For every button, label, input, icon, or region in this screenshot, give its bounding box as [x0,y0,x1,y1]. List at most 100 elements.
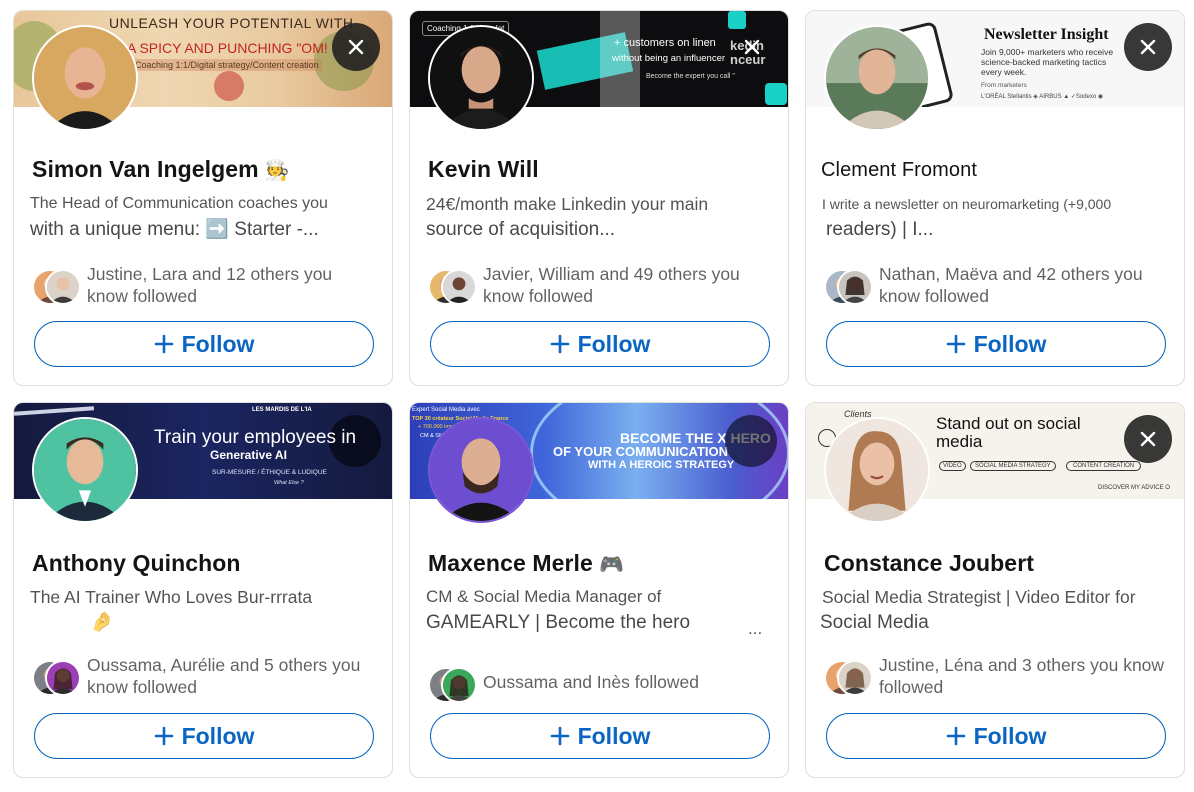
mutual-avatar [441,667,477,703]
dismiss-button[interactable] [1124,415,1172,463]
headline-ellipsis: ... [748,619,763,638]
name-badge: 🧑‍🍳 [264,160,290,182]
plus-icon [946,334,965,354]
banner-line-2: A SPICY AND PUNCHING "OM! [127,40,328,56]
profile-headline: The Head of Communication coaches you wi… [30,195,328,240]
profile-name[interactable]: Maxence Merle 🎮 [428,550,624,577]
mutual-text: Justine, Léna and 3 others you know foll… [879,655,1165,697]
profile-headline: Social Media Strategist | Video Editor f… [820,587,1136,633]
banner-line-3: SUR-MESURE / ÉTHIQUE & LUDIQUE [212,469,327,476]
follow-button[interactable]: Follow [34,321,374,367]
profile-avatar[interactable] [824,417,930,523]
close-icon [1140,431,1156,447]
mutual-avatars [32,267,82,305]
mutual-avatars [32,658,82,696]
suggestion-card[interactable]: Newsletter Insight Join 9,000+ marketers… [805,10,1185,386]
suggestion-card[interactable]: Expert Social Media avec TOP 30 créateur… [409,402,789,778]
profile-headline: The AI Trainer Who Loves Bur-rrrata 🤌 [30,587,313,633]
suggestion-card[interactable]: Clients Stand out on social media VIDEO … [805,402,1185,778]
mutual-connections[interactable]: Oussama and Inès followed [428,661,773,705]
mutual-avatars [824,658,874,696]
mutual-connections[interactable]: Justine, Léna and 3 others you know foll… [824,654,1169,698]
profile-avatar[interactable] [824,25,930,131]
mutual-avatar [837,269,873,305]
mutual-avatar [837,660,873,696]
profile-name[interactable]: Kevin Will [428,156,539,183]
banner-line-1: + customers on linen [614,37,716,49]
banner-line-3: every week. [981,67,1027,77]
profile-avatar[interactable] [32,417,138,523]
suggestion-card[interactable]: UNLEASH YOUR POTENTIAL WITH A SPICY AND … [13,10,393,386]
profile-avatar[interactable] [428,25,534,131]
profile-name[interactable]: Simon Van Ingelgem 🧑‍🍳 [32,156,290,183]
plus-icon [550,334,569,354]
banner-logos: L'ORÉAL Stellantis ◈ AIRBUS ▲ ✓Sodexo ◉ [981,94,1104,100]
dismiss-button[interactable] [728,23,776,71]
banner-pill-1: VIDEO [939,461,966,471]
follow-label: Follow [577,330,651,357]
profile-avatar[interactable] [428,417,534,523]
banner-line-2: without being an influencer [612,53,726,64]
close-icon [744,39,760,55]
follow-button[interactable]: Follow [430,713,770,759]
banner-line-3: Become the expert you call " [646,73,735,80]
banner-line-4: What Else ? [274,480,304,486]
banner-tag: LES MARDIS DE L'IA [252,407,312,413]
banner-line-1: Stand out on social [936,414,1081,433]
suggestion-card[interactable]: LES MARDIS DE L'IA Train your employees … [13,402,393,778]
mutual-avatars [824,267,874,305]
follow-button[interactable]: Follow [34,713,374,759]
suggestion-card[interactable]: Coaching 1:1 complet + customers on line… [409,10,789,386]
mutual-connections[interactable]: Justine, Lara and 12 others you know fol… [32,263,377,307]
banner-line-1: Train your employees in [154,427,357,448]
banner-line-2: OF YOUR COMMUNICATION [553,444,729,459]
mutual-avatars [428,267,478,305]
dismiss-button[interactable] [332,23,380,71]
follow-button[interactable]: Follow [826,321,1166,367]
banner-line-2: Generative AI [210,448,287,462]
profile-headline: CM & Social Media Manager of GAMEARLY | … [426,584,776,638]
follow-button[interactable]: Follow [430,321,770,367]
profile-headline: I write a newsletter on neuromarketing (… [822,196,1112,240]
banner-line-2: media [936,432,983,451]
banner-line-1: UNLEASH YOUR POTENTIAL WITH [109,15,354,31]
plus-icon [946,726,965,746]
plus-icon [154,334,173,354]
profile-name[interactable]: Clement Fromont [821,159,977,182]
mutual-avatar [45,269,81,305]
profile-name[interactable]: Anthony Quinchon [32,550,241,577]
profile-headline: 24€/month make Linkedin your main source… [426,194,709,240]
banner-pill-3: CONTENT CREATION [1066,461,1142,471]
banner-title: Newsletter Insight [984,26,1109,43]
plus-icon [154,726,173,746]
follow-label: Follow [973,722,1047,749]
close-icon [1140,39,1156,55]
follow-label: Follow [181,722,255,749]
profile-avatar[interactable] [32,25,138,131]
banner-pill-2: SOCIAL MEDIA STRATEGY [970,461,1056,471]
plus-icon [550,726,569,746]
mutual-connections[interactable]: Javier, William and 49 others you know f… [428,263,773,307]
banner-line-3: Coaching 1:1/Digital strategy/Content cr… [132,59,322,71]
banner-line-2: science-backed marketing tactics [981,57,1107,67]
banner-line-4: From marketers [981,82,1027,89]
banner-footer: DISCOVER MY ADVICE O [1098,485,1170,491]
mutual-text: Oussama and Inès followed [483,672,699,692]
mutual-text: Justine, Lara and 12 others you know fol… [87,264,333,306]
profile-name[interactable]: Constance Joubert [824,550,1034,577]
follow-label: Follow [577,722,651,749]
mutual-avatar [441,269,477,305]
name-badge: 🎮 [598,554,624,576]
mutual-connections[interactable]: Nathan, Maëva and 42 others you know fol… [824,263,1169,307]
banner-line-1: Join 9,000+ marketers who receive [981,47,1114,57]
mutual-text: Javier, William and 49 others you know f… [483,264,740,306]
follow-label: Follow [973,330,1047,357]
mutual-connections[interactable]: Oussama, Aurélie and 5 others you know f… [32,654,377,698]
mutual-text: Nathan, Maëva and 42 others you know fol… [879,264,1143,306]
mutual-avatar [45,660,81,696]
mutual-text: Oussama, Aurélie and 5 others you know f… [87,655,361,697]
dismiss-button[interactable] [1124,23,1172,71]
follow-button[interactable]: Follow [826,713,1166,759]
mutual-avatars [428,665,478,703]
close-icon [348,39,364,55]
